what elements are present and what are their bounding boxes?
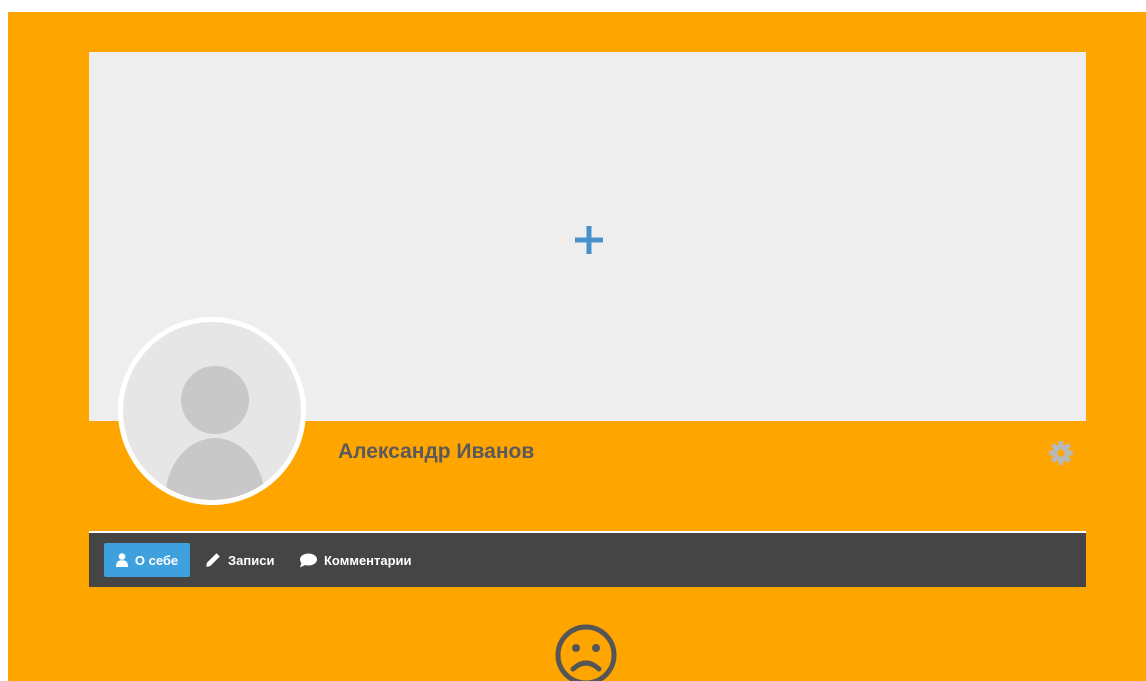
- user-icon: [115, 553, 128, 567]
- avatar[interactable]: [118, 317, 306, 505]
- user-silhouette-icon: [165, 366, 265, 500]
- avatar-placeholder: [123, 322, 301, 500]
- tab-comments[interactable]: Комментарии: [299, 543, 412, 577]
- tab-posts-label: Записи: [228, 552, 275, 568]
- gear-icon[interactable]: [1048, 440, 1074, 466]
- tab-about-label: О себе: [134, 552, 179, 568]
- tab-comments-label: Комментарии: [324, 552, 412, 568]
- profile-name: Александр Иванов: [338, 440, 535, 463]
- pencil-icon: [206, 553, 220, 567]
- tab-posts[interactable]: Записи: [205, 543, 274, 577]
- profile-tabs: О себе Записи Комментарии: [89, 533, 1086, 587]
- profile-page: Александр Иванов О себе Записи Комментар…: [8, 12, 1146, 681]
- comment-icon: [300, 553, 317, 567]
- sad-face-icon: [555, 624, 617, 681]
- tab-about[interactable]: О себе: [104, 543, 190, 577]
- plus-icon[interactable]: [573, 224, 605, 256]
